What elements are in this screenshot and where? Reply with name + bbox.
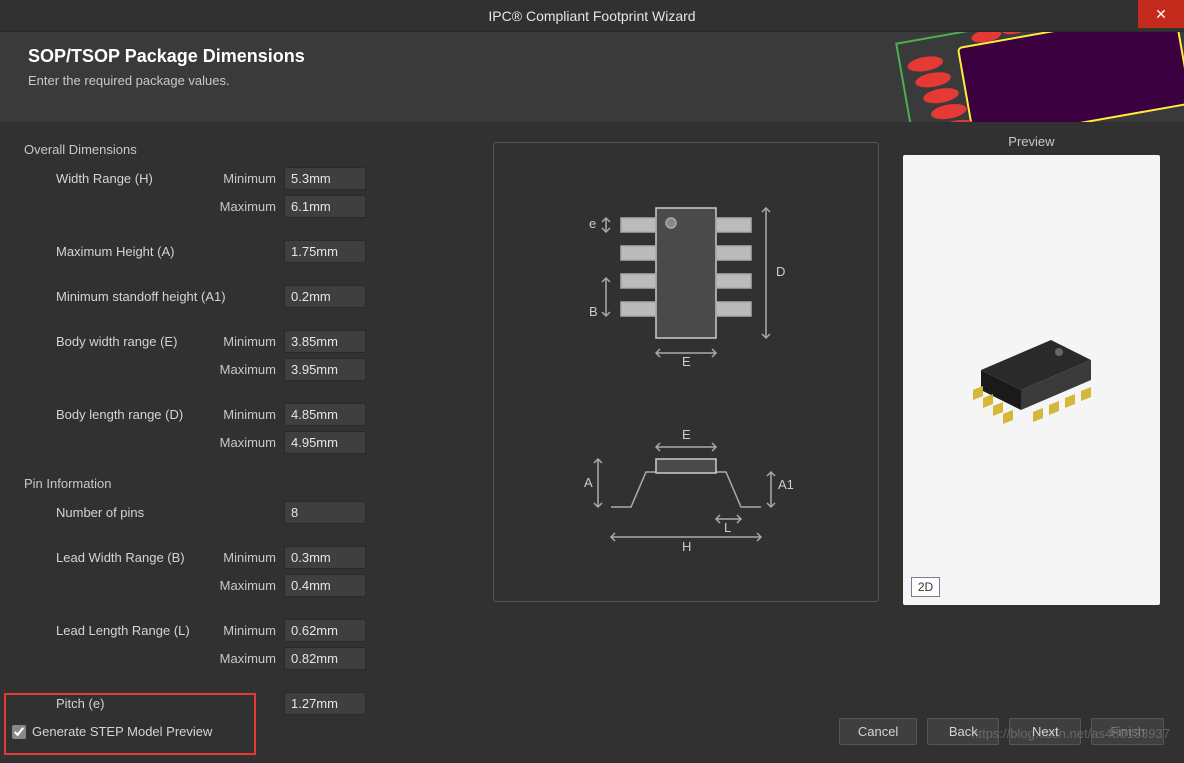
- dim-L: L: [724, 520, 731, 535]
- sublabel-minimum: Minimum: [216, 407, 284, 422]
- preview-pane: Preview: [903, 134, 1160, 704]
- dim-H: H: [682, 539, 691, 554]
- input-lead-length-max[interactable]: [284, 647, 366, 670]
- input-lead-length-min[interactable]: [284, 619, 366, 642]
- window-title: IPC® Compliant Footprint Wizard: [488, 8, 695, 24]
- label-width-range: Width Range (H): [56, 171, 216, 186]
- next-button[interactable]: Next: [1009, 718, 1081, 745]
- label-min-standoff: Minimum standoff height (A1): [56, 289, 284, 304]
- label-body-length: Body length range (D): [56, 407, 216, 422]
- dim-D: D: [776, 264, 785, 279]
- finish-button[interactable]: Finish: [1091, 718, 1164, 745]
- titlebar: IPC® Compliant Footprint Wizard ✕: [0, 0, 1184, 32]
- input-width-max[interactable]: [284, 195, 366, 218]
- input-body-length-max[interactable]: [284, 431, 366, 454]
- input-min-standoff[interactable]: [284, 285, 366, 308]
- sublabel-maximum: Maximum: [216, 651, 284, 666]
- section-overall-dimensions: Overall Dimensions: [24, 142, 469, 157]
- input-max-height[interactable]: [284, 240, 366, 263]
- sublabel-minimum: Minimum: [216, 171, 284, 186]
- close-button[interactable]: ✕: [1138, 0, 1184, 28]
- form-pane: Overall Dimensions Width Range (H) Minim…: [24, 134, 469, 704]
- input-width-min[interactable]: [284, 167, 366, 190]
- package-diagram: D e B E: [493, 142, 879, 602]
- dim-B: B: [589, 304, 598, 319]
- dim-A1: A1: [778, 477, 794, 492]
- content-area: Overall Dimensions Width Range (H) Minim…: [0, 122, 1184, 704]
- label-max-height: Maximum Height (A): [56, 244, 216, 259]
- dim-e: e: [589, 216, 596, 231]
- preview-2d-toggle[interactable]: 2D: [911, 577, 940, 597]
- wizard-header: SOP/TSOP Package Dimensions Enter the re…: [0, 32, 1184, 122]
- input-lead-width-min[interactable]: [284, 546, 366, 569]
- close-icon: ✕: [1155, 6, 1167, 23]
- preview-viewport[interactable]: 2D: [903, 155, 1160, 605]
- dim-A: A: [584, 475, 593, 490]
- back-button[interactable]: Back: [927, 718, 999, 745]
- header-pcb-graphic: [864, 32, 1184, 122]
- section-pin-information: Pin Information: [24, 476, 469, 491]
- dim-E-top: E: [682, 427, 691, 442]
- side-view-diagram: A A1 L H E: [556, 417, 816, 557]
- input-lead-width-max[interactable]: [284, 574, 366, 597]
- input-body-length-min[interactable]: [284, 403, 366, 426]
- sublabel-maximum: Maximum: [216, 199, 284, 214]
- input-num-pins[interactable]: [284, 501, 366, 524]
- sublabel-minimum: Minimum: [216, 334, 284, 349]
- preview-3d-model: [941, 300, 1121, 460]
- bottom-bar: Generate STEP Model Preview Cancel Back …: [0, 702, 1184, 763]
- sublabel-maximum: Maximum: [216, 362, 284, 377]
- dim-E-bottom: E: [682, 354, 691, 368]
- checkbox-generate-step[interactable]: [12, 725, 26, 739]
- label-generate-step: Generate STEP Model Preview: [32, 724, 212, 739]
- cancel-button[interactable]: Cancel: [839, 718, 917, 745]
- input-body-width-min[interactable]: [284, 330, 366, 353]
- sublabel-maximum: Maximum: [216, 435, 284, 450]
- label-lead-length: Lead Length Range (L): [56, 623, 216, 638]
- preview-title: Preview: [903, 134, 1160, 149]
- label-lead-width: Lead Width Range (B): [56, 550, 216, 565]
- top-view-diagram: D e B E: [566, 188, 806, 368]
- sublabel-minimum: Minimum: [216, 623, 284, 638]
- sublabel-minimum: Minimum: [216, 550, 284, 565]
- label-body-width: Body width range (E): [56, 334, 216, 349]
- input-body-width-max[interactable]: [284, 358, 366, 381]
- sublabel-maximum: Maximum: [216, 578, 284, 593]
- diagram-pane: D e B E: [493, 134, 879, 704]
- label-num-pins: Number of pins: [56, 505, 216, 520]
